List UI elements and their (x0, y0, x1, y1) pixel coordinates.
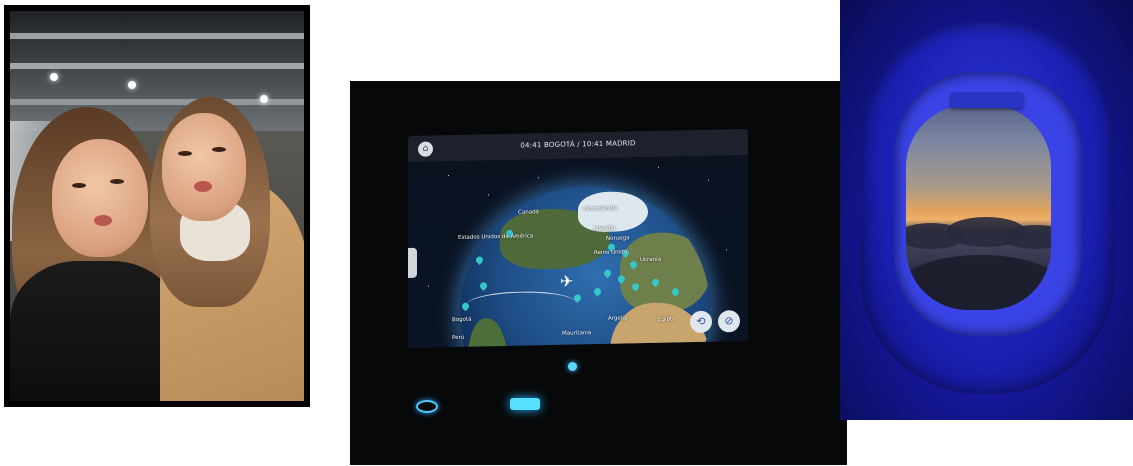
star (726, 249, 727, 251)
airport-ceiling (10, 11, 304, 131)
selfie-scene (10, 11, 304, 401)
lips (194, 181, 212, 192)
recenter-icon[interactable]: ⟲ (690, 310, 712, 334)
menu-tab-icon[interactable] (408, 247, 417, 278)
ceiling-light (128, 81, 136, 89)
flight-map-screen: ✈ Canadá Groenlandia Islandia Estados Un… (408, 128, 748, 348)
europe-land (620, 231, 710, 314)
face-left (52, 139, 148, 257)
route-title: 04:41 BOGOTÁ / 10:41 MADRID (520, 139, 636, 150)
window-shade[interactable] (950, 92, 1024, 108)
window-glass-sunset (906, 105, 1051, 310)
map-label-ucrania: Ucrania (640, 256, 662, 264)
map-label-argelia: Argelia (608, 315, 628, 322)
eye (212, 147, 226, 152)
eye (110, 179, 124, 184)
lips (94, 215, 112, 226)
eye (72, 183, 86, 188)
star (488, 194, 489, 196)
ceiling-beam (10, 33, 304, 39)
map-label-islandia: Islandia (594, 225, 616, 233)
usb-port-light (510, 398, 540, 410)
map-label-peru: Perú (452, 334, 465, 342)
face-right (162, 113, 246, 221)
south-america-land (468, 317, 508, 348)
ceiling-light (260, 95, 268, 103)
star (538, 177, 539, 179)
star (448, 175, 449, 177)
map-label-reino-unido: Reino Unido (594, 249, 627, 257)
map-label-noruega: Noruega (606, 235, 630, 242)
ceiling-beam (10, 63, 304, 69)
black-jacket (10, 261, 180, 401)
map-label-mauritania: Mauritania (562, 330, 592, 337)
screen-indicator-light (568, 362, 577, 371)
star (708, 179, 709, 181)
cloud-layer (906, 255, 1051, 310)
star (658, 166, 659, 168)
airplane-window-photo (840, 0, 1133, 420)
eye (178, 151, 192, 156)
selfie-photo (4, 5, 310, 407)
map-label-egipto: Egipto (658, 316, 676, 323)
star (428, 285, 429, 287)
headphone-jack-light (416, 400, 438, 413)
map-label-canada: Canadá (518, 209, 539, 216)
cloud (1001, 225, 1051, 249)
airplane-icon: ✈ (560, 271, 574, 291)
ceiling-light (50, 73, 58, 81)
map-label-bogota: Bogotá (452, 316, 472, 324)
map-label-groenlandia: Groenlandia (584, 205, 618, 213)
compass-icon[interactable]: ⊘ (718, 310, 740, 333)
